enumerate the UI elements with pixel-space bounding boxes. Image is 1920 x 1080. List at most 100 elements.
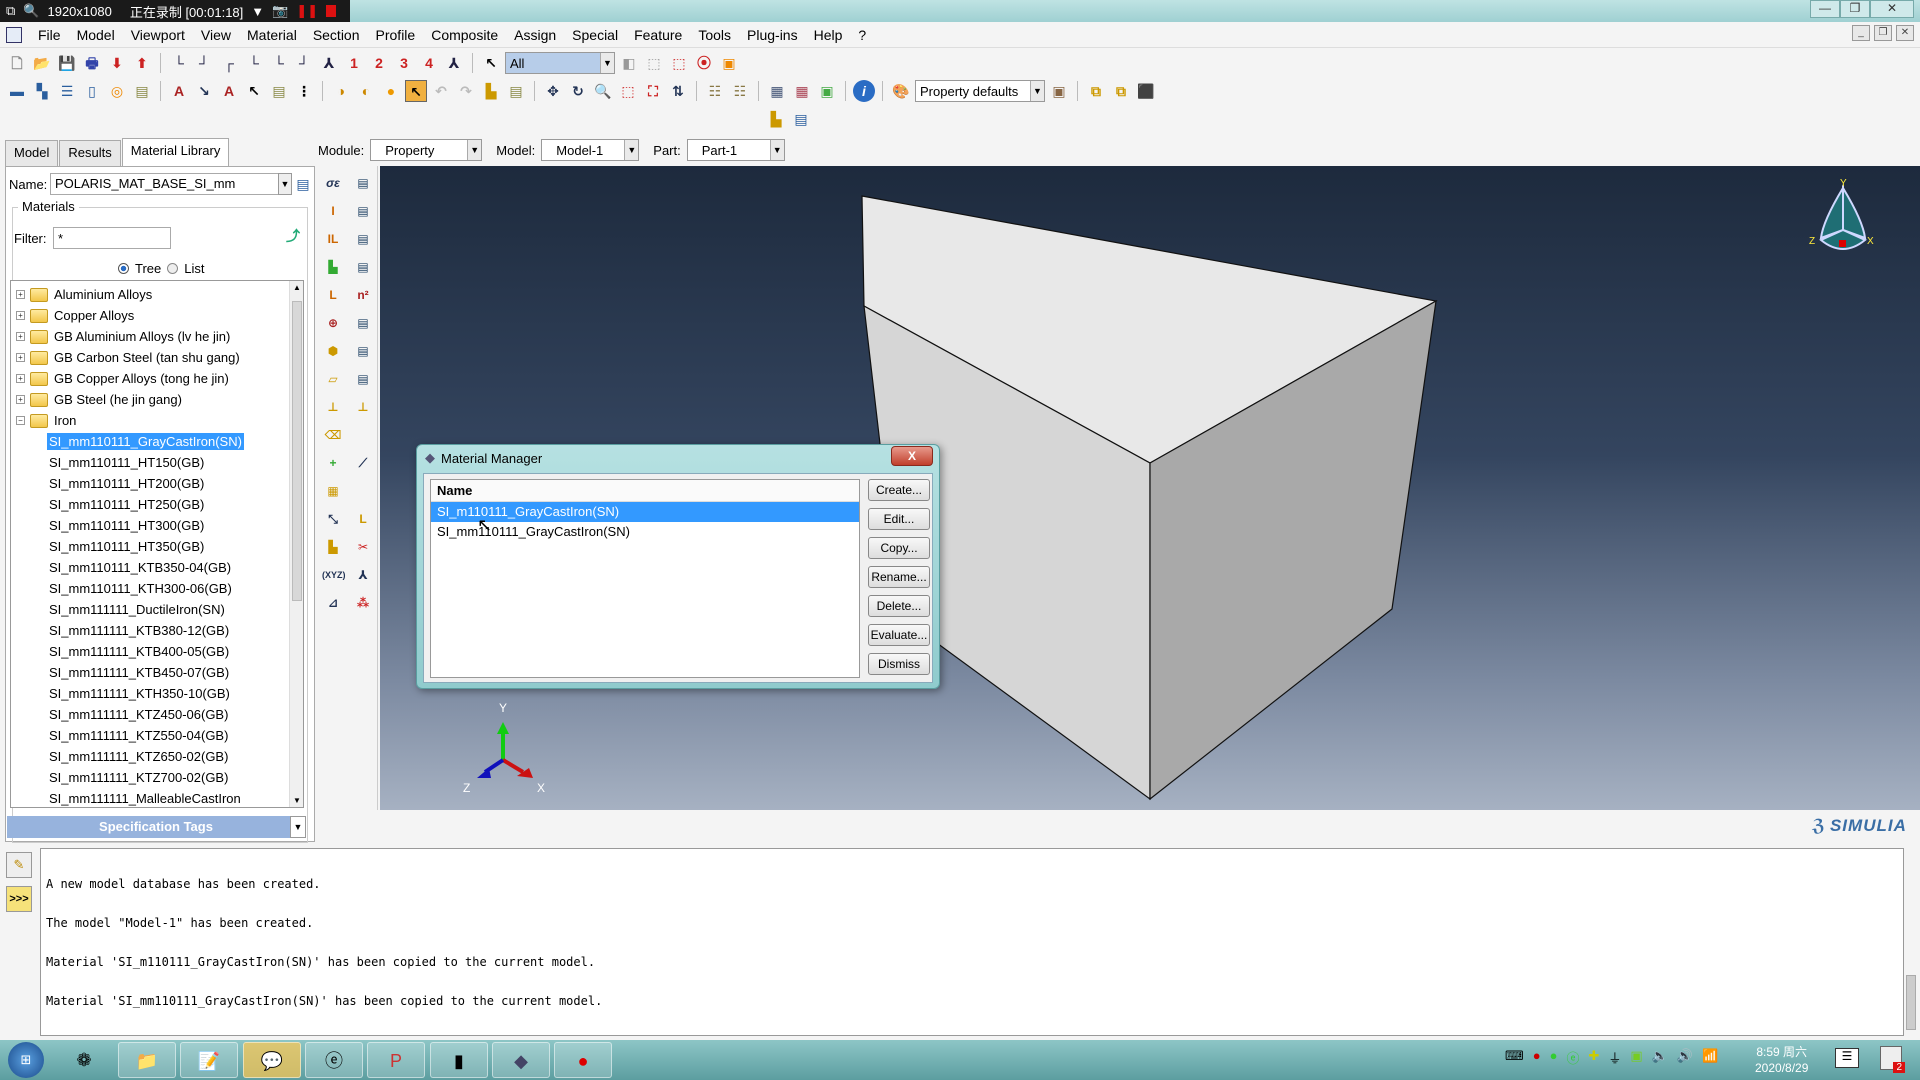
skin-manager-icon[interactable]: ▤ bbox=[352, 312, 374, 334]
box-zoom-select-icon[interactable]: ⬚ bbox=[668, 52, 690, 74]
dialog-title-bar[interactable]: ◆ Material Manager bbox=[425, 450, 542, 466]
query-info-icon[interactable]: i bbox=[853, 80, 875, 102]
taskbar-abaqus-icon[interactable]: ◆ bbox=[492, 1042, 550, 1078]
security-tray-icon[interactable]: ✚ bbox=[1589, 1048, 1600, 1067]
rotate-icon[interactable]: ↻ bbox=[567, 80, 589, 102]
view-cube-icon[interactable]: Y Z X bbox=[1809, 178, 1874, 250]
perspective-off-icon[interactable]: ☷ bbox=[729, 80, 751, 102]
message-scrollbar[interactable] bbox=[1906, 975, 1916, 1030]
tree-material-item[interactable]: SI_mm111111_KTH350-10(GB) bbox=[11, 683, 303, 704]
display-group-icon[interactable]: ▙ bbox=[480, 80, 502, 102]
model-dropdown[interactable]: Model-1 ▼ bbox=[541, 139, 640, 161]
restore-button[interactable]: ❐ bbox=[1840, 0, 1870, 18]
dropdown-icon[interactable]: ▼ bbox=[251, 4, 264, 19]
tree-scrollbar-thumb[interactable] bbox=[292, 301, 302, 601]
menu-profile[interactable]: Profile bbox=[368, 27, 424, 43]
create-stringer-icon[interactable]: ▱ bbox=[322, 368, 344, 390]
color-code-options-icon[interactable]: ▣ bbox=[1048, 80, 1070, 102]
part-display-icon[interactable]: ▣ bbox=[718, 52, 740, 74]
menu-help[interactable]: Help bbox=[806, 27, 851, 43]
taskbar-app-launcher-icon[interactable]: ❁ bbox=[55, 1042, 113, 1078]
partition-cell-icon[interactable]: ▙ bbox=[322, 536, 344, 558]
open-icon[interactable]: 📂 bbox=[31, 52, 53, 74]
tree-material-item[interactable]: SI_mm110111_KTH300-06(GB) bbox=[11, 578, 303, 599]
show-all-icon[interactable]: ⬛ bbox=[1135, 80, 1157, 102]
zoom-icon[interactable]: 🔍 bbox=[23, 3, 39, 19]
menu-special[interactable]: Special bbox=[564, 27, 626, 43]
color-palette-icon[interactable]: 🎨 bbox=[890, 80, 912, 102]
pan-icon[interactable]: ✥ bbox=[542, 80, 564, 102]
taskbar-powerpoint-icon[interactable]: P bbox=[367, 1042, 425, 1078]
part-dropdown[interactable]: Part-1 ▼ bbox=[686, 139, 785, 161]
viewport-cascade-icon[interactable]: ▚ bbox=[31, 80, 53, 102]
material-library-icon[interactable]: ▙ bbox=[765, 108, 787, 130]
tab-results[interactable]: Results bbox=[59, 140, 121, 166]
library-name-dropdown[interactable]: POLARIS_MAT_BASE_SI_mm bbox=[50, 173, 280, 195]
tree-material-item[interactable]: SI_mm111111_KTZ550-04(GB) bbox=[11, 725, 303, 746]
special-section-icon[interactable]: ⊥ bbox=[322, 396, 344, 418]
nvidia-tray-icon[interactable]: ▣ bbox=[1630, 1048, 1642, 1067]
view-right-icon[interactable]: ┘ bbox=[293, 52, 315, 74]
create-datum-point-icon[interactable]: + bbox=[322, 452, 344, 474]
taskbar-recorder-icon[interactable]: ● bbox=[554, 1042, 612, 1078]
create-material-icon[interactable]: σε bbox=[322, 172, 344, 194]
tree-folder-aluminium-alloys[interactable]: + Aluminium Alloys bbox=[11, 284, 303, 305]
assign-section-icon[interactable]: L bbox=[322, 284, 344, 306]
taskbar-browser-icon[interactable]: ⓔ bbox=[305, 1042, 363, 1078]
composite-layup-manager-icon[interactable]: ▤ bbox=[352, 256, 374, 278]
box-zoom-icon[interactable]: ⬚ bbox=[617, 80, 639, 102]
boolean-intersect-icon[interactable]: ◐ bbox=[355, 80, 377, 102]
tree-material-item[interactable]: SI_mm110111_HT300(GB) bbox=[11, 515, 303, 536]
tree-material-item[interactable]: SI_mm111111_KTZ450-06(GB) bbox=[11, 704, 303, 725]
dismiss-button[interactable]: Dismiss bbox=[868, 653, 930, 675]
taskbar-wechat-icon[interactable]: 💬 bbox=[243, 1042, 301, 1078]
tree-material-item[interactable]: SI_mm111111_KTZ650-02(GB) bbox=[11, 746, 303, 767]
filter-apply-icon[interactable]: ⤴ bbox=[282, 225, 304, 247]
tree-material-item[interactable]: SI_mm111111_KTB380-12(GB) bbox=[11, 620, 303, 641]
context-help-button[interactable]: ? bbox=[850, 27, 874, 43]
tree-folder-gb-carbon-steel[interactable]: + GB Carbon Steel (tan shu gang) bbox=[11, 347, 303, 368]
assign-beam-orientation-icon[interactable]: n² bbox=[352, 284, 374, 306]
pause-icon[interactable]: ❚❚ bbox=[296, 3, 318, 19]
tree-material-item[interactable]: SI_mm110111_GrayCastIron(SN) bbox=[11, 431, 303, 452]
browser-tray-icon[interactable]: ⓔ bbox=[1566, 1048, 1579, 1067]
name-column-header[interactable]: Name bbox=[431, 480, 859, 502]
module-dropdown[interactable]: Property ▼ bbox=[370, 139, 483, 161]
tree-material-item[interactable]: SI_mm110111_HT350(GB) bbox=[11, 536, 303, 557]
tree-material-item[interactable]: SI_mm111111_KTZ700-02(GB) bbox=[11, 767, 303, 788]
viewport-single-icon[interactable]: ▬ bbox=[6, 80, 28, 102]
tree-material-item[interactable]: SI_mm111111_DuctileIron(SN) bbox=[11, 599, 303, 620]
split-icon[interactable]: ✂ bbox=[352, 536, 374, 558]
menu-section[interactable]: Section bbox=[305, 27, 368, 43]
close-button[interactable]: ✕ bbox=[1870, 0, 1914, 18]
create-inertia-icon[interactable]: ⬢ bbox=[322, 340, 344, 362]
tree-scrollbar[interactable]: ▲ ▼ bbox=[289, 281, 303, 807]
display-group-manager-icon[interactable]: ▤ bbox=[505, 80, 527, 102]
taskbar-notepad-icon[interactable]: 📝 bbox=[180, 1042, 238, 1078]
arrow-icon[interactable]: ↘ bbox=[193, 80, 215, 102]
color-code-dropdown[interactable]: Property defaults ▼ bbox=[915, 80, 1045, 102]
save-icon[interactable]: 💾 bbox=[56, 52, 78, 74]
wireframe-icon[interactable]: ▦ bbox=[766, 80, 788, 102]
dialog-close-button[interactable]: X bbox=[891, 446, 933, 466]
shaded-icon[interactable]: ▣ bbox=[816, 80, 838, 102]
tree-material-item[interactable]: SI_mm110111_HT200(GB) bbox=[11, 473, 303, 494]
iso-view-icon[interactable]: ⅄ bbox=[318, 52, 340, 74]
library-manager-icon[interactable]: ▤ bbox=[790, 108, 812, 130]
redo-icon[interactable]: ↷ bbox=[455, 80, 477, 102]
import-icon[interactable]: ⬇ bbox=[106, 52, 128, 74]
partition-face-icon[interactable]: L bbox=[352, 508, 374, 530]
scroll-down-arrow[interactable]: ▼ bbox=[293, 796, 301, 805]
menu-material[interactable]: Material bbox=[239, 27, 305, 43]
wechat-tray-icon[interactable]: ● bbox=[1550, 1048, 1558, 1067]
auto-fit-icon[interactable]: ⛶ bbox=[642, 80, 664, 102]
keyboard-icon[interactable]: ⌨ bbox=[1505, 1048, 1524, 1067]
menu-composite[interactable]: Composite bbox=[423, 27, 506, 43]
user-view-1-button[interactable]: 1 bbox=[343, 52, 365, 74]
tree-material-item[interactable]: SI_mm111111_KTB450-07(GB) bbox=[11, 662, 303, 683]
create-button[interactable]: Create... bbox=[868, 479, 930, 501]
python-command-tab[interactable]: >>> bbox=[6, 886, 32, 912]
boolean-union-icon[interactable]: ◑ bbox=[330, 80, 352, 102]
undo-icon[interactable]: ↶ bbox=[430, 80, 452, 102]
library-name-dropdown-arrow[interactable]: ▼ bbox=[278, 173, 292, 195]
